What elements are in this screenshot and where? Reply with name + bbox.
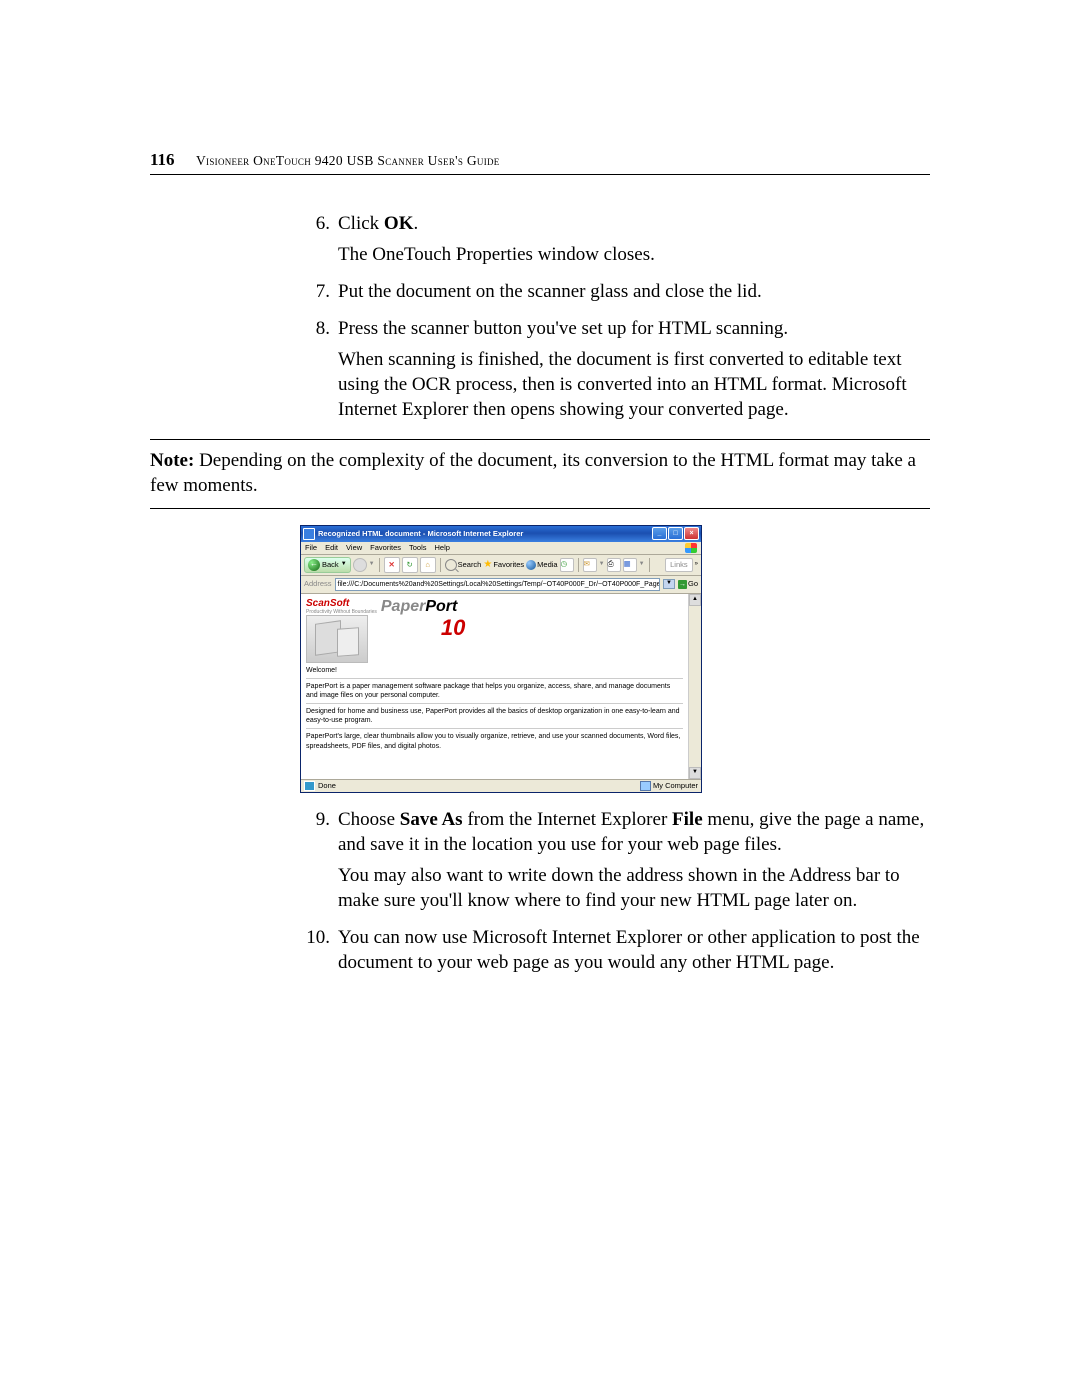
links-button[interactable]: Links [665,558,693,572]
step-text: You may also want to write down the addr… [338,863,930,913]
scansoft-logo: ScanSoft [306,597,377,610]
step-text: When scanning is finished, the document … [338,347,930,422]
ie-toolbar: ←Back▼ ▼ ✕ ↻ ⌂ Search ★Favorites Media ◷… [301,555,701,576]
home-button[interactable]: ⌂ [420,557,436,573]
menu-edit[interactable]: Edit [325,543,338,553]
content-paragraph: Designed for home and business use, Pape… [306,707,683,725]
step-text: Click OK. [338,211,930,236]
ie-icon [303,528,315,540]
divider [150,439,930,440]
note: Note: Depending on the complexity of the… [150,448,930,498]
step-number: 9. [300,807,338,919]
menu-tools[interactable]: Tools [409,543,427,553]
edit-button[interactable]: ▦ [623,558,637,572]
welcome-text: Welcome! [306,666,683,675]
zone-icon [640,781,651,791]
step-number: 8. [300,316,338,428]
history-button[interactable]: ◷ [560,558,574,572]
menu-file[interactable]: File [305,543,317,553]
ie-window: Recognized HTML document - Microsoft Int… [300,525,702,793]
dropdown-icon[interactable]: ▼ [369,561,375,569]
minimize-button[interactable]: _ [652,527,667,540]
address-bar: Address file:///C:/Documents%20and%20Set… [301,576,701,594]
divider [150,508,930,509]
ie-titlebar: Recognized HTML document - Microsoft Int… [301,526,701,542]
content-paragraph: PaperPort's large, clear thumbnails allo… [306,732,683,750]
search-button[interactable]: Search [445,559,482,571]
print-button[interactable]: ⎙ [607,558,621,572]
body-content: 6. Click OK. The OneTouch Properties win… [300,211,930,981]
step-text: You can now use Microsoft Internet Explo… [338,925,930,975]
address-field[interactable]: file:///C:/Documents%20and%20Settings/Lo… [335,578,661,591]
menu-help[interactable]: Help [435,543,450,553]
status-text: Done [318,781,336,791]
document-page: 116 Visioneer OneTouch 9420 USB Scanner … [0,0,1080,1397]
page-number: 116 [150,150,196,170]
favorites-button[interactable]: ★Favorites [483,558,524,571]
ie-content-area: ScanSoft Productivity Without Boundaries… [301,594,701,779]
forward-button[interactable] [353,558,367,572]
window-title: Recognized HTML document - Microsoft Int… [318,529,523,539]
back-button[interactable]: ←Back▼ [304,557,351,573]
zone-text: My Computer [653,781,698,791]
paperport-version: 10 [381,618,465,638]
windows-logo-icon [685,543,697,553]
menu-favorites[interactable]: Favorites [370,543,401,553]
step-text: Put the document on the scanner glass an… [338,279,930,304]
ie-menubar: File Edit View Favorites Tools Help [301,542,701,555]
mail-button[interactable]: ✉ [583,558,597,572]
paperport-art [306,615,368,663]
step-number: 10. [300,925,338,981]
address-label: Address [304,579,332,589]
media-button[interactable]: Media [526,560,557,570]
close-button[interactable]: × [684,527,699,540]
step-number: 7. [300,279,338,310]
refresh-button[interactable]: ↻ [402,557,418,573]
step-text: Choose Save As from the Internet Explore… [338,807,930,857]
step-text: The OneTouch Properties window closes. [338,242,930,267]
ie-statusbar: Done My Computer [301,779,701,792]
running-header: 116 Visioneer OneTouch 9420 USB Scanner … [150,150,930,175]
maximize-button[interactable]: □ [668,527,683,540]
go-button[interactable]: →Go [678,579,698,589]
header-title: Visioneer OneTouch 9420 USB Scanner User… [196,153,500,169]
scrollbar[interactable]: ▲▼ [688,594,701,779]
step-number: 6. [300,211,338,273]
address-dropdown-icon[interactable]: ▼ [663,579,675,589]
ie-status-icon [304,781,315,791]
menu-view[interactable]: View [346,543,362,553]
dropdown-icon[interactable]: ▼ [639,561,645,569]
step-text: Press the scanner button you've set up f… [338,316,930,341]
dropdown-icon[interactable]: ▼ [599,561,605,569]
content-paragraph: PaperPort is a paper management software… [306,682,683,700]
stop-button[interactable]: ✕ [384,557,400,573]
